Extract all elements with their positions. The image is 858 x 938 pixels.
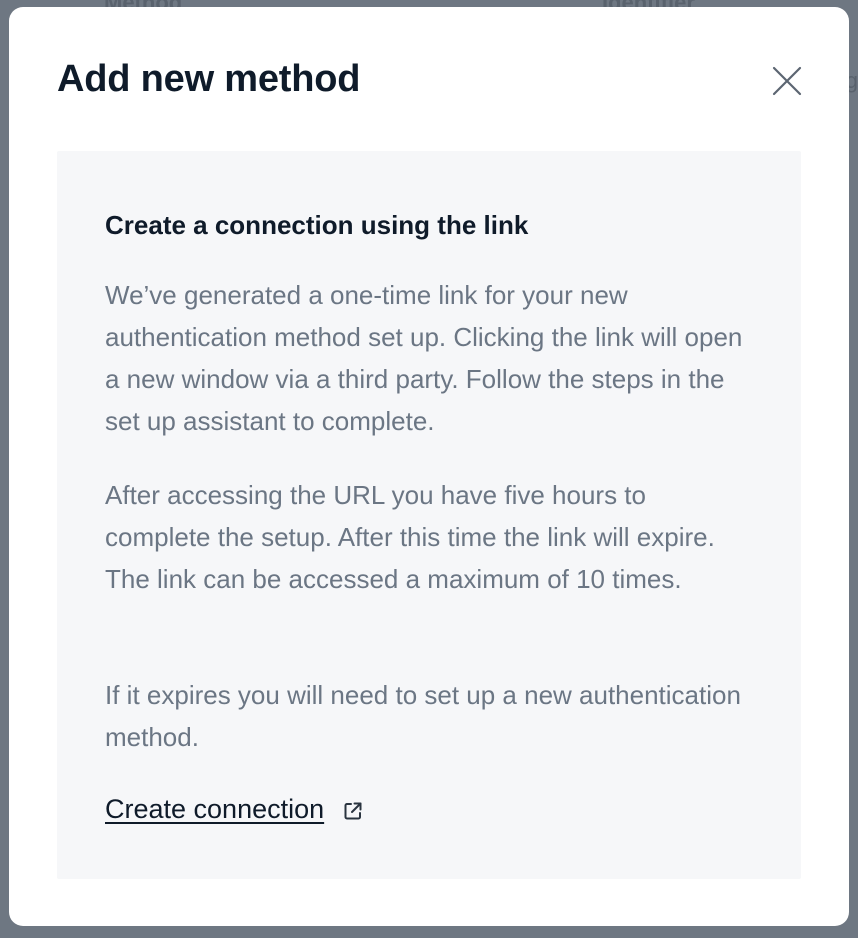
info-paragraph: We’ve generated a one-time link for your…	[105, 280, 743, 436]
add-method-modal: Add new method Create a connection using…	[9, 7, 849, 926]
create-connection-link-row: Create connection	[105, 791, 364, 827]
close-button[interactable]	[763, 57, 811, 105]
close-icon	[772, 66, 802, 96]
modal-title: Add new method	[57, 58, 361, 100]
panel-heading: Create a connection using the link	[105, 210, 529, 240]
info-paragraph: If it expires you will need to set up a …	[105, 680, 741, 752]
connection-info-panel: Create a connection using the link We’ve…	[57, 151, 801, 879]
create-connection-link[interactable]: Create connection	[105, 791, 324, 827]
external-link-icon[interactable]	[342, 800, 364, 822]
info-paragraph: After accessing the URL you have five ho…	[105, 480, 715, 594]
